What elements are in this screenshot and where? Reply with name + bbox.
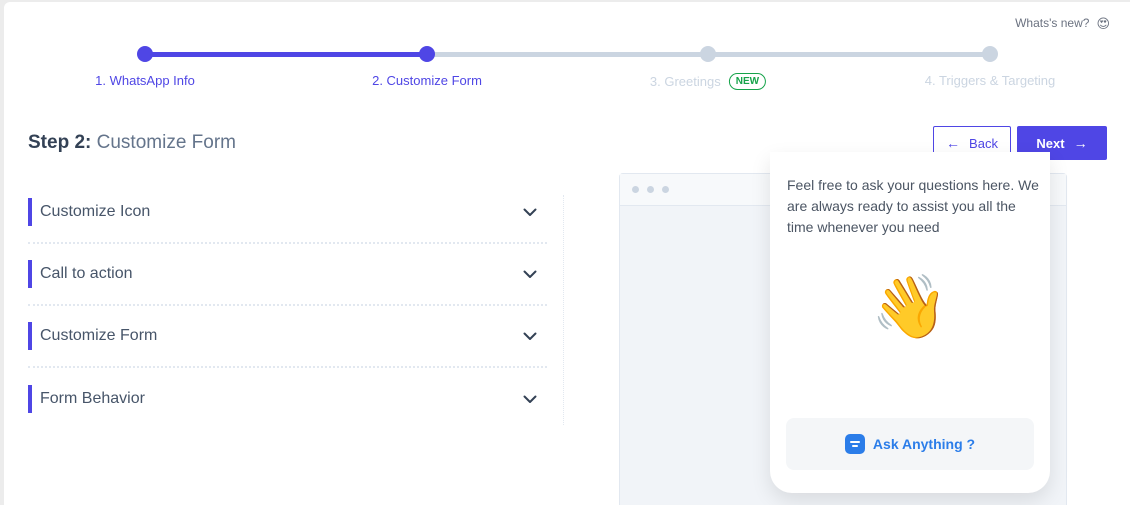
ask-anything-button[interactable]: Ask Anything ?: [786, 418, 1034, 470]
window-dot-icon: [647, 186, 654, 193]
step-3-text: 3. Greetings: [649, 74, 721, 89]
step-4-label[interactable]: 4. Triggers & Targeting: [925, 73, 1056, 88]
step-1-text: 1. WhatsApp Info: [95, 73, 195, 88]
accent-bar: [28, 385, 32, 413]
accordion-label: Form Behavior: [40, 390, 145, 407]
wizard-page: Whats's new? 😍 1. WhatsApp Info 2. Custo…: [4, 2, 1130, 505]
stepper-track-completed: [145, 52, 427, 57]
step-4-text: 4. Triggers & Targeting: [924, 73, 1056, 88]
step-2-label[interactable]: 2. Customize Form: [372, 73, 482, 88]
waving-hand-icon: 👋: [871, 273, 949, 342]
chevron-down-icon[interactable]: [523, 329, 537, 343]
chevron-down-icon[interactable]: [523, 267, 537, 281]
settings-accordion: Customize Icon Call to action Customize …: [28, 182, 547, 430]
accordion-item-customize-icon[interactable]: Customize Icon: [28, 182, 547, 244]
accent-bar: [28, 198, 32, 226]
next-button-label: Next: [1036, 135, 1065, 151]
window-dot-icon: [632, 186, 639, 193]
ask-anything-label: Ask Anything ?: [872, 436, 976, 452]
accent-bar: [28, 260, 32, 288]
step-1-label[interactable]: 1. WhatsApp Info: [95, 73, 195, 88]
accordion-item-call-to-action[interactable]: Call to action: [28, 244, 547, 306]
accordion-label: Call to action: [40, 265, 133, 282]
chevron-down-icon[interactable]: [523, 392, 537, 406]
window-dot-icon: [662, 186, 669, 193]
arrow-right-icon: →: [1073, 135, 1088, 151]
chevron-down-icon[interactable]: [523, 205, 537, 219]
accordion-item-customize-form[interactable]: Customize Form: [28, 306, 547, 368]
step-3-label[interactable]: 3. Greetings NEW: [649, 73, 767, 90]
step-4-dot[interactable]: [982, 46, 998, 62]
step-title-text: Customize Form: [96, 132, 236, 153]
chat-widget-preview: Feel free to ask your questions here. We…: [770, 152, 1050, 493]
arrow-left-icon: ←: [946, 135, 961, 151]
step-2-dot[interactable]: [419, 46, 435, 62]
accordion-item-form-behavior[interactable]: Form Behavior: [28, 368, 547, 430]
accordion-label: Customize Icon: [40, 203, 151, 220]
new-badge: NEW: [728, 73, 767, 90]
accent-bar: [28, 322, 32, 350]
page-title: Step 2: Customize Form: [28, 132, 236, 154]
step-2-text: 2. Customize Form: [372, 73, 482, 88]
progress-stepper: 1. WhatsApp Info 2. Customize Form 3. Gr…: [4, 2, 1130, 102]
step-1-dot[interactable]: [137, 46, 153, 62]
column-divider: [563, 195, 564, 425]
widget-message: Feel free to ask your questions here. We…: [787, 177, 1039, 235]
accordion-label: Customize Form: [40, 327, 158, 344]
step-prefix: Step 2:: [28, 132, 92, 153]
chat-bubble-icon: [844, 434, 865, 454]
back-button-label: Back: [969, 135, 998, 151]
step-3-dot[interactable]: [700, 46, 716, 62]
